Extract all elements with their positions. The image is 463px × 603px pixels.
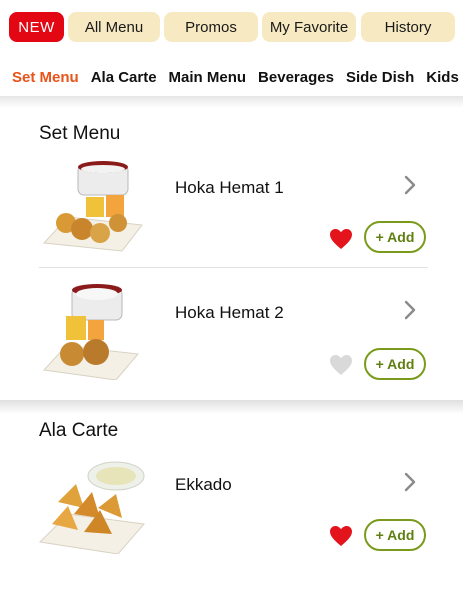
menu-item-hoka-hemat-1[interactable]: Hoka Hemat 1 + Add: [0, 155, 463, 267]
chevron-right-icon[interactable]: [403, 174, 417, 196]
tab-promos[interactable]: Promos: [164, 12, 258, 42]
item-divider: [39, 267, 428, 268]
tab-history[interactable]: History: [361, 12, 455, 42]
menu-item-ekkado[interactable]: Ekkado + Add: [0, 452, 463, 564]
category-set-menu[interactable]: Set Menu: [0, 69, 85, 86]
food-image: [42, 284, 139, 380]
top-tab-bar: NEW All Menu Promos My Favorite History: [0, 0, 463, 52]
category-bar: Set Menu Ala Carte Main Menu Beverages S…: [0, 60, 463, 94]
food-image: [38, 461, 145, 554]
section-title-set-menu: Set Menu: [39, 123, 121, 144]
section-title-ala-carte: Ala Carte: [39, 420, 119, 441]
favorite-heart-icon[interactable]: [329, 525, 353, 547]
tab-all-menu[interactable]: All Menu: [68, 12, 160, 42]
tab-my-favorite[interactable]: My Favorite: [262, 12, 356, 42]
tab-new[interactable]: NEW: [9, 12, 64, 42]
item-name: Hoka Hemat 2: [175, 303, 284, 322]
category-side-dish[interactable]: Side Dish: [340, 69, 420, 86]
favorite-heart-icon[interactable]: [329, 354, 353, 376]
chevron-right-icon[interactable]: [403, 299, 417, 321]
category-main-menu[interactable]: Main Menu: [163, 69, 253, 86]
item-name: Hoka Hemat 1: [175, 178, 284, 197]
menu-item-hoka-hemat-2[interactable]: Hoka Hemat 2 + Add: [0, 278, 463, 393]
chevron-right-icon[interactable]: [403, 471, 417, 493]
section-divider: [0, 400, 463, 414]
favorite-heart-icon[interactable]: [329, 228, 353, 250]
add-button[interactable]: + Add: [364, 221, 426, 253]
category-ala-carte[interactable]: Ala Carte: [85, 69, 163, 86]
add-button[interactable]: + Add: [364, 519, 426, 551]
category-kids[interactable]: Kids: [420, 69, 463, 86]
header-shadow: [0, 96, 463, 108]
add-button[interactable]: + Add: [364, 348, 426, 380]
item-name: Ekkado: [175, 475, 232, 494]
food-image: [42, 161, 143, 252]
category-beverages[interactable]: Beverages: [252, 69, 340, 86]
